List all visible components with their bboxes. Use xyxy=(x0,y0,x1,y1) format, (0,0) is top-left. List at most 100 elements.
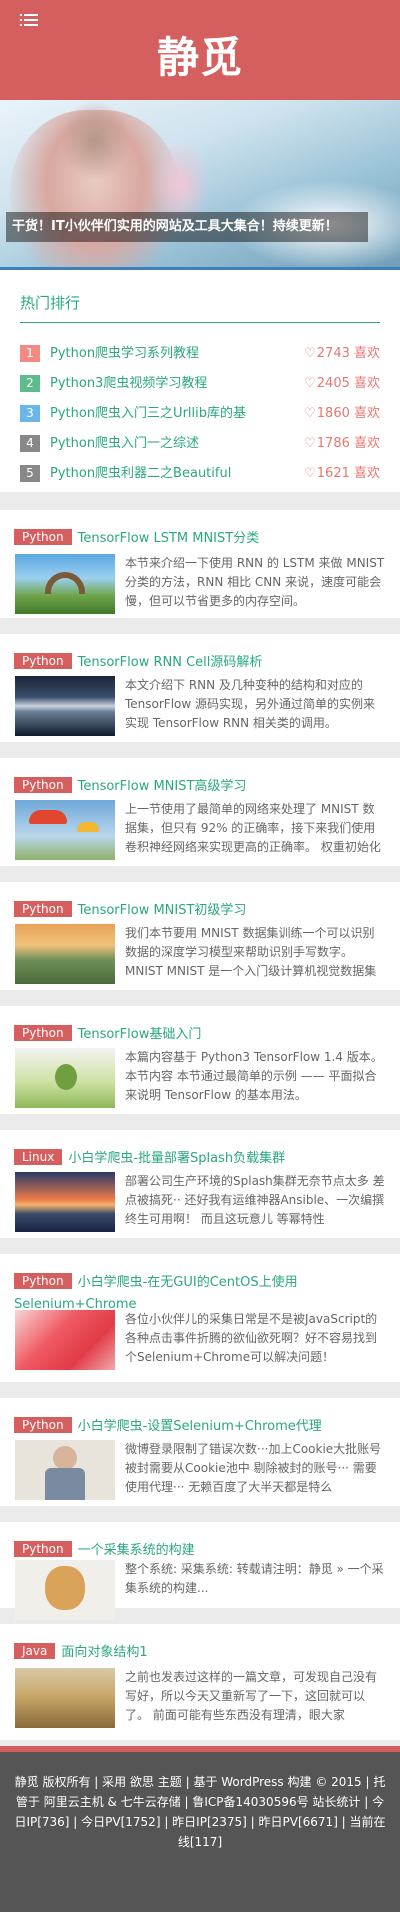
article-excerpt: 本节来介绍一下使用 RNN 的 LSTM 来做 MNIST 分类的方法，RNN … xyxy=(125,556,385,608)
article-thumbnail[interactable] xyxy=(15,1560,115,1620)
article-excerpt: 本文介绍下 RNN 及几种变种的结构和对应的 TensorFlow 源码实现，另… xyxy=(125,678,376,730)
article-title[interactable]: 面向对象结构1 xyxy=(61,1645,147,1660)
footer-text: 静觅 版权所有 | 采用 欲思 主题 | 基于 WordPress 构建 © 2… xyxy=(14,1775,386,1849)
hot-item[interactable]: 4 Python爬虫入门一之综述 ♡1786 喜欢 xyxy=(20,433,380,463)
heart-icon: ♡ xyxy=(304,346,316,361)
hot-item[interactable]: 5 Python爬虫利器二之Beautiful ♡1621 喜欢 xyxy=(20,463,380,493)
article-header: Python TensorFlow LSTM MNIST分类 xyxy=(14,528,386,550)
article-excerpt: 微博登录限制了错误次数···加上Cookie大批账号被封需要从Cookie池中 … xyxy=(125,1442,382,1494)
article-thumbnail[interactable] xyxy=(15,554,115,614)
article-thumbnail[interactable] xyxy=(15,1310,115,1370)
hot-item-link[interactable]: Python爬虫利器二之Beautiful xyxy=(50,463,260,485)
article-title[interactable]: TensorFlow MNIST高级学习 xyxy=(78,779,247,794)
like-count: ♡1860 喜欢 xyxy=(304,403,380,425)
category-tag[interactable]: Java xyxy=(14,1643,56,1659)
article-header: Python 一个采集系统的构建 xyxy=(14,1540,386,1562)
article-title[interactable]: 小白学爬虫-批量部署Splash负载集群 xyxy=(68,1151,285,1166)
article-header: Python 小白学爬虫-设置Selenium+Chrome代理 xyxy=(14,1416,386,1438)
article-title[interactable]: TensorFlow RNN Cell源码解析 xyxy=(78,655,263,670)
article-title[interactable]: 一个采集系统的构建 xyxy=(78,1543,195,1558)
like-count-label: 1786 喜欢 xyxy=(316,436,380,451)
hot-item-link[interactable]: Python3爬虫视频学习教程 xyxy=(50,373,260,395)
hot-item[interactable]: 3 Python爬虫入门三之Urllib库的基 ♡1860 喜欢 xyxy=(20,403,380,433)
heart-icon: ♡ xyxy=(304,376,316,391)
like-count-label: 1860 喜欢 xyxy=(316,406,380,421)
article-thumbnail[interactable] xyxy=(15,1172,115,1232)
category-tag[interactable]: Python xyxy=(14,1273,72,1289)
thumbnail-image xyxy=(53,1446,77,1470)
article-thumbnail[interactable] xyxy=(15,1440,115,1500)
category-tag[interactable]: Python xyxy=(14,1541,72,1557)
article-title[interactable]: TensorFlow基础入门 xyxy=(78,1027,202,1042)
article-header: Python TensorFlow RNN Cell源码解析 xyxy=(14,652,386,674)
category-tag[interactable]: Python xyxy=(14,1025,72,1041)
thumbnail-image xyxy=(45,572,85,594)
site-footer: 静觅 版权所有 | 采用 欲思 主题 | 基于 WordPress 构建 © 2… xyxy=(0,1746,400,1912)
article-header: Python TensorFlow基础入门 xyxy=(14,1024,386,1046)
article-title[interactable]: 小白学爬虫-设置Selenium+Chrome代理 xyxy=(78,1419,322,1434)
hot-item[interactable]: 1 Python爬虫学习系列教程 ♡2743 喜欢 xyxy=(20,343,380,373)
like-count-label: 1621 喜欢 xyxy=(316,466,380,481)
site-logo[interactable]: 静觅 xyxy=(0,24,400,85)
like-count-label: 2405 喜欢 xyxy=(316,376,380,391)
article-card: Python TensorFlow MNIST高级学习 上一节使用了最简单的网络来… xyxy=(0,758,400,866)
like-count: ♡2405 喜欢 xyxy=(304,373,380,395)
rank-badge: 3 xyxy=(20,405,40,422)
article-card: Python 小白学爬虫-设置Selenium+Chrome代理 微博登录限制了错… xyxy=(0,1398,400,1506)
article-thumbnail[interactable] xyxy=(15,1668,115,1728)
heart-icon: ♡ xyxy=(304,406,316,421)
article-thumbnail[interactable] xyxy=(15,924,115,984)
category-tag[interactable]: Python xyxy=(14,653,72,669)
article-header: Python TensorFlow MNIST初级学习 xyxy=(14,900,386,922)
thumbnail-image-body xyxy=(45,1468,85,1500)
category-tag[interactable]: Python xyxy=(14,1417,72,1433)
article-header: Python TensorFlow MNIST高级学习 xyxy=(14,776,386,798)
heart-icon: ♡ xyxy=(304,466,316,481)
article-header: Java 面向对象结构1 xyxy=(14,1642,386,1664)
article-excerpt: 我们本节要用 MNIST 数据集训练一个可以识别数据的深度学习模型来帮助识别手写… xyxy=(125,926,377,978)
thumbnail-image xyxy=(45,1566,85,1610)
article-card: Python 小白学爬虫-在无GUI的CentOS上使用Selenium+Chro… xyxy=(0,1254,400,1382)
article-card: Linux 小白学爬虫-批量部署Splash负载集群 部署公司生产环境的Splas… xyxy=(0,1130,400,1238)
thumbnail-image-detail xyxy=(77,822,99,832)
like-count: ♡2743 喜欢 xyxy=(304,343,380,365)
article-thumbnail[interactable] xyxy=(15,676,115,736)
divider xyxy=(20,322,380,323)
category-tag[interactable]: Python xyxy=(14,901,72,917)
hot-item[interactable]: 2 Python3爬虫视频学习教程 ♡2405 喜欢 xyxy=(20,373,380,403)
top-bar: 静觅 xyxy=(0,0,400,100)
article-card: Java 面向对象结构1 之前也发表过这样的一篇文章，可发现自己没有写好，所以今天… xyxy=(0,1624,400,1740)
article-card: Python TensorFlow RNN Cell源码解析 本文介绍下 RNN … xyxy=(0,634,400,742)
rank-badge: 5 xyxy=(20,465,40,482)
article-card: Python TensorFlow LSTM MNIST分类 本节来介绍一下使用 … xyxy=(0,510,400,618)
article-excerpt: 部署公司生产环境的Splash集群无奈节点太多 差点被搞死·· 还好我有运维神器… xyxy=(125,1174,385,1226)
thumbnail-image xyxy=(55,1064,77,1090)
article-thumbnail[interactable] xyxy=(15,1048,115,1108)
thumbnail-image xyxy=(29,810,67,824)
banner-slider[interactable]: 干货！IT小伙伴们实用的网站及工具大集合！持续更新！ xyxy=(0,100,400,270)
category-tag[interactable]: Python xyxy=(14,777,72,793)
hot-ranking-title: 热门排行 xyxy=(20,294,81,312)
hot-item-link[interactable]: Python爬虫入门一之综述 xyxy=(50,433,260,455)
hot-ranking-list: 1 Python爬虫学习系列教程 ♡2743 喜欢 2 Python3爬虫视频学… xyxy=(20,343,380,493)
article-excerpt: 之前也发表过这样的一篇文章，可发现自己没有写好，所以今天又重新写了一下，这回就可… xyxy=(125,1670,378,1722)
article-header: Linux 小白学爬虫-批量部署Splash负载集群 xyxy=(14,1148,386,1170)
banner-caption[interactable]: 干货！IT小伙伴们实用的网站及工具大集合！持续更新！ xyxy=(6,212,368,242)
article-thumbnail[interactable] xyxy=(15,800,115,860)
like-count-label: 2743 喜欢 xyxy=(316,346,380,361)
category-tag[interactable]: Python xyxy=(14,529,72,545)
article-excerpt: 各位小伙伴儿的采集日常是不是被JavaScript的各种点击事件折腾的欲仙欲死啊… xyxy=(125,1312,378,1364)
hot-item-link[interactable]: Python爬虫入门三之Urllib库的基 xyxy=(50,403,260,425)
category-tag[interactable]: Linux xyxy=(14,1149,63,1165)
heart-icon: ♡ xyxy=(304,436,316,451)
article-card: Python 一个采集系统的构建 整个系统: 采集系统: 转载请注明：静觅 » 一… xyxy=(0,1522,400,1620)
hot-item-link[interactable]: Python爬虫学习系列教程 xyxy=(50,343,260,365)
like-count: ♡1621 喜欢 xyxy=(304,463,380,485)
like-count: ♡1786 喜欢 xyxy=(304,433,380,455)
banner-image-shade xyxy=(60,100,130,180)
article-excerpt: 整个系统: 采集系统: 转载请注明：静觅 » 一个采集系统的构建... xyxy=(125,1562,384,1595)
hot-ranking-panel: 热门排行 1 Python爬虫学习系列教程 ♡2743 喜欢 2 Python3… xyxy=(0,270,400,492)
article-title[interactable]: TensorFlow LSTM MNIST分类 xyxy=(78,531,260,546)
article-title[interactable]: TensorFlow MNIST初级学习 xyxy=(78,903,247,918)
article-excerpt: 本篇内容基于 Python3 TensorFlow 1.4 版本。 本节内容 本… xyxy=(125,1050,383,1102)
